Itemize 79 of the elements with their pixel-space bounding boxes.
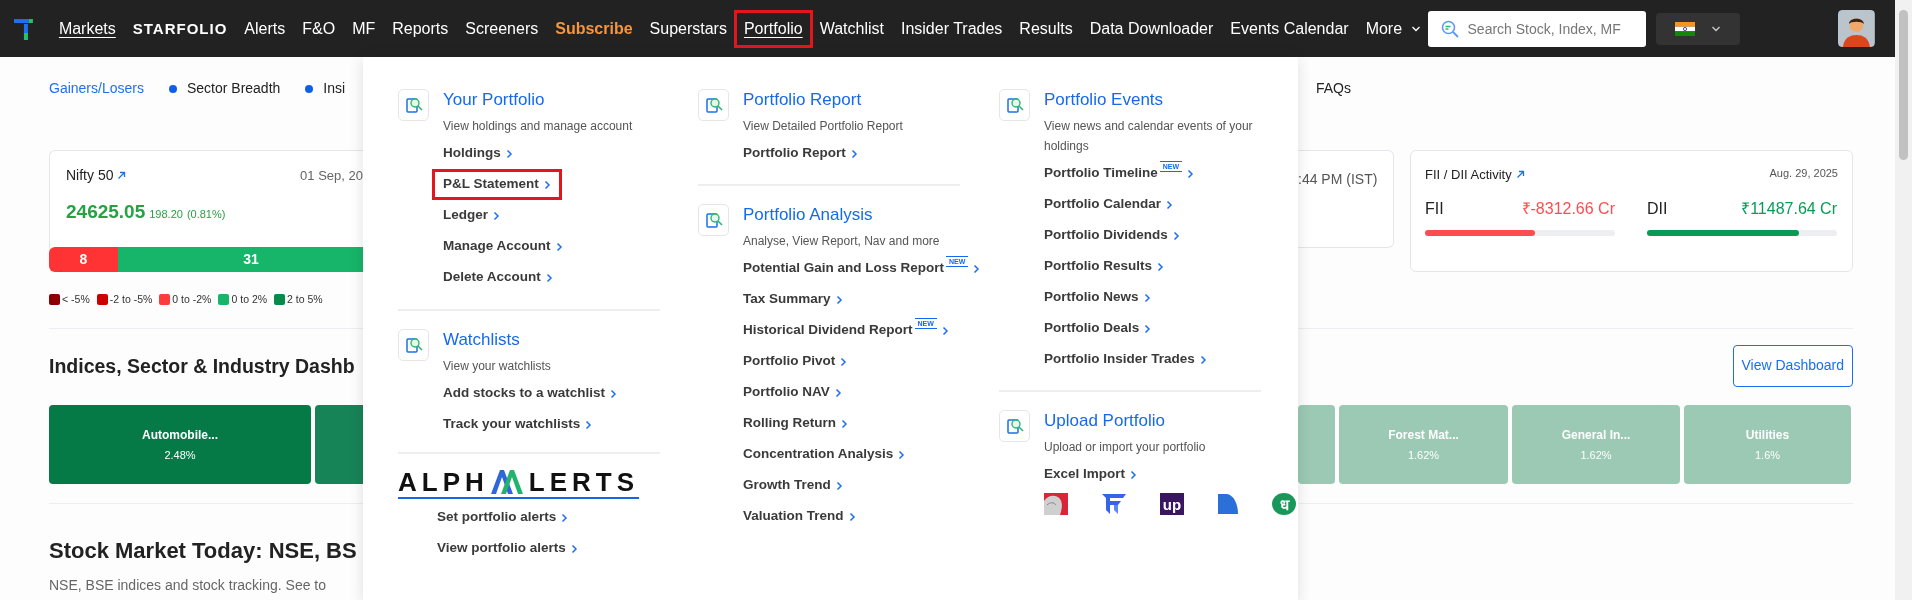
menu-link[interactable]: Rolling Return xyxy=(732,408,859,439)
subnav-link[interactable]: Gainers/Losers xyxy=(49,78,144,99)
index-change: 198.20 xyxy=(149,207,183,222)
index-value: 24625.05 xyxy=(66,200,146,224)
section-description: View holdings and manage account xyxy=(443,118,634,135)
view-dashboard-button[interactable]: View Dashboard xyxy=(1732,344,1853,387)
legend-label: 0 to -2% xyxy=(172,292,212,307)
tile-name: Automobile... xyxy=(142,426,218,444)
logo-text: ALPH xyxy=(398,468,489,496)
menu-link[interactable]: Valuation Trend xyxy=(732,501,867,532)
menu-link[interactable]: Growth Trend xyxy=(732,470,854,501)
logo-text: LERTS xyxy=(528,468,639,496)
menu-link[interactable]: Holdings xyxy=(432,138,524,169)
legend-label: 2 to 5% xyxy=(287,292,323,307)
legend-label: -2 to -5% xyxy=(109,292,153,307)
menu-link[interactable]: Ledger xyxy=(432,200,511,231)
section-heading: Indices, Sector & Industry Dashb xyxy=(49,353,356,379)
menu-link[interactable]: Portfolio Deals xyxy=(1033,313,1163,344)
section-title[interactable]: Portfolio Report xyxy=(743,90,958,110)
legend-label: 0 to 2% xyxy=(231,292,268,307)
index-name: Nifty 50 xyxy=(66,166,114,185)
section-description: View news and calendar events of your holdings xyxy=(1044,118,1254,155)
tile-value: 1.62% xyxy=(1580,447,1612,463)
section-description: View your watchlists xyxy=(443,358,552,375)
flow-label: DII xyxy=(1647,198,1668,219)
menu-link[interactable]: Tax Summary xyxy=(732,284,854,315)
subnav-link[interactable]: Sector Breadth xyxy=(186,78,281,99)
section-description: View Detailed Portfolio Report xyxy=(743,118,904,135)
section-title[interactable]: Portfolio Analysis xyxy=(743,205,958,225)
tile-name: Utilities xyxy=(1745,426,1790,444)
menu-link[interactable]: Add stocks to a watchlist xyxy=(432,378,629,409)
menu-link[interactable]: Portfolio Pivot xyxy=(732,346,859,377)
tile-value: 1.6% xyxy=(1754,447,1781,463)
menu-link[interactable]: Set portfolio alerts xyxy=(426,502,580,533)
menu-link[interactable]: View portfolio alerts xyxy=(426,533,589,564)
menu-link[interactable]: P&L Statement xyxy=(432,169,562,200)
menu-link[interactable]: Portfolio News xyxy=(1033,282,1162,313)
menu-link[interactable]: Portfolio NAV xyxy=(732,377,853,408)
menu-link[interactable]: Portfolio Insider Trades xyxy=(1033,344,1218,375)
section-title[interactable]: Portfolio Events xyxy=(1044,90,1259,110)
menu-link[interactable]: Portfolio Calendar xyxy=(1033,189,1184,220)
section-title[interactable]: Upload Portfolio xyxy=(1044,411,1259,431)
menu-link[interactable]: Excel Import xyxy=(1033,459,1149,490)
menu-link[interactable]: Portfolio Results xyxy=(1033,251,1175,282)
menu-link[interactable]: Delete Account xyxy=(432,262,564,293)
subnav-link[interactable]: Insi xyxy=(323,78,346,99)
tile-value: 2.48% xyxy=(164,447,196,463)
broker-logo[interactable]: ध xyxy=(1272,493,1296,515)
card-date: Aug. 29, 2025 xyxy=(1769,166,1838,181)
menu-link[interactable]: Portfolio Report xyxy=(732,138,869,169)
breadth-segment: 8 xyxy=(49,247,118,272)
page-heading: Stock Market Today: NSE, BS xyxy=(49,536,358,565)
index-time: :44 PM (IST) xyxy=(1298,170,1379,189)
legend-label: < -5% xyxy=(62,292,90,307)
alerts-logo[interactable]: ALPH LERTS xyxy=(398,468,639,499)
section-title[interactable]: Your Portfolio xyxy=(443,90,658,110)
section-description: Analyse, View Report, Nav and more xyxy=(743,233,941,250)
subnav-link[interactable]: FAQs xyxy=(1316,78,1351,99)
flow-amount: ₹11487.64 Cr xyxy=(1741,198,1837,219)
flow-amount: ₹-8312.66 Cr xyxy=(1521,198,1615,219)
menu-link[interactable]: Concentration Analysis xyxy=(732,439,917,470)
search-field[interactable]: Search Stock, Index, MF xyxy=(1427,10,1646,47)
tile-value: 1.62% xyxy=(1407,447,1440,463)
nav-link[interactable]: Portfolio xyxy=(733,9,813,48)
sector-tile[interactable]: Automobile... 2.48% xyxy=(49,404,311,484)
index-date: 01 Sep, 20 xyxy=(300,166,363,185)
card-title: FII / DII Activity xyxy=(1425,166,1512,184)
section-description: Upload or import your portfolio xyxy=(1044,439,1207,456)
breadth-segment: 31 xyxy=(117,247,363,272)
tile-name: Forest Mat... xyxy=(1388,426,1459,444)
broker-logo[interactable]: up xyxy=(1160,493,1184,515)
page-intro: NSE, BSE indices and stock tracking. See to xyxy=(49,575,328,595)
tile-name: General In... xyxy=(1561,426,1631,444)
flow-label: FII xyxy=(1425,198,1444,219)
menu-link[interactable]: Portfolio Dividends xyxy=(1033,220,1191,251)
section-title[interactable]: Watchlists xyxy=(443,330,658,350)
menu-link[interactable]: Track your watchlists xyxy=(432,409,604,440)
menu-link[interactable]: Manage Account xyxy=(432,231,574,262)
index-change-percent: (0.81%) xyxy=(186,207,226,222)
